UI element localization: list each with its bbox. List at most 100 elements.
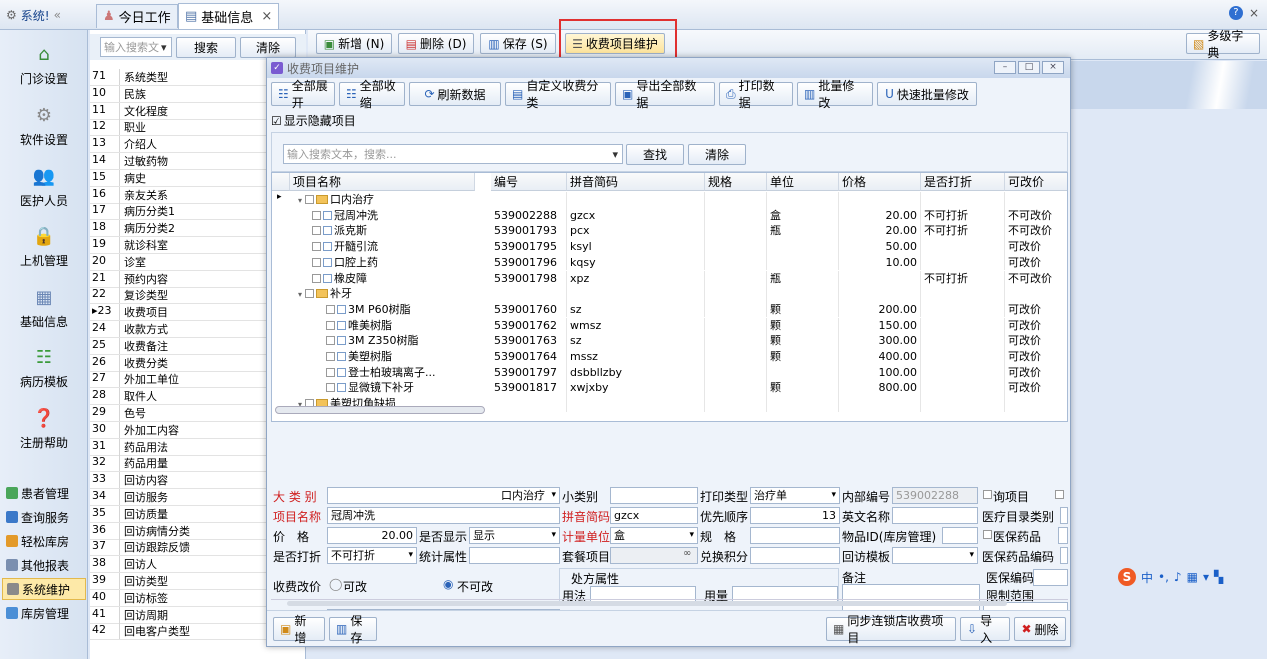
tab-today-work[interactable]: ♟ 今日工作 — [96, 4, 178, 28]
field-goods-id[interactable] — [942, 527, 978, 544]
sidebar-list-patient-mgmt[interactable]: 患者管理 — [2, 482, 86, 504]
expand-icon[interactable]: ▾ — [298, 196, 302, 205]
table-row[interactable]: 15 病史 — [90, 169, 266, 187]
table-row[interactable]: 29 色号 — [90, 405, 266, 422]
toolbar-button-4[interactable]: ▣ 导出全部数据 — [615, 79, 715, 110]
sync-chain-button[interactable]: ▦ 同步连锁店收费项目 — [826, 614, 956, 645]
row-checkbox[interactable] — [305, 289, 315, 299]
ins-drug-checkbox[interactable] — [983, 530, 992, 539]
field-catalog[interactable] — [1060, 507, 1068, 524]
tree-row[interactable]: 登士柏玻璃离子... 539001797 dsbbllzby 100.00 可改价 — [272, 364, 1067, 381]
tree-row[interactable]: 冠周冲洗 539002288 gzcx 盒 20.00 不可打折 不可改价 — [272, 207, 1067, 224]
table-row[interactable]: 13 介绍人 — [90, 136, 266, 154]
dialog-add-button[interactable]: ▣ 新增 — [273, 614, 325, 645]
table-row[interactable]: 19 就诊科室 — [90, 237, 266, 254]
main-save-button[interactable]: ▥ 保存 (S) — [480, 33, 556, 54]
maximize-icon[interactable]: □ — [1018, 61, 1040, 74]
row-checkbox[interactable] — [326, 367, 335, 377]
close-icon[interactable]: × — [1042, 61, 1064, 74]
row-checkbox[interactable] — [312, 226, 321, 236]
tab-basic-info[interactable]: ▤ 基础信息 × — [178, 3, 280, 29]
toolbar-button-7[interactable]: U 快速批量修改 — [877, 82, 977, 106]
show-hidden-checkbox[interactable]: ☑ 显示隐藏项目 — [271, 112, 356, 129]
field-ins-drug[interactable] — [1058, 527, 1068, 544]
table-row[interactable]: 25 收费备注 — [90, 337, 266, 355]
binoculars-icon[interactable]: ∞ — [683, 548, 691, 559]
table-row[interactable]: 32 药品用量 — [90, 455, 266, 473]
table-row[interactable]: 16 亲友关系 — [90, 186, 266, 204]
field-points[interactable] — [750, 547, 840, 564]
dialog-delete-button[interactable]: ✖ 删除 — [1014, 617, 1066, 641]
field-py_val[interactable]: gzcx — [610, 507, 698, 524]
toolbar-button-6[interactable]: ▥ 批量修改 — [797, 79, 873, 110]
multi-dict-button[interactable]: ▧ 多级字典 — [1186, 29, 1260, 60]
left-search-input[interactable]: 输入搜索文 ▾ — [100, 37, 172, 57]
row-checkbox[interactable] — [312, 257, 321, 267]
field-show_val[interactable]: 显示 ▾ — [469, 527, 560, 544]
main-add-button[interactable]: ▣ 新增 (N) — [316, 33, 392, 54]
help-icon[interactable]: ? — [1228, 6, 1243, 20]
field-print_val[interactable]: 治疗单 ▾ — [750, 487, 840, 504]
tree-row[interactable]: ▸ ▾ 口内治疗 — [272, 192, 1067, 208]
sidebar-list-warehouse[interactable]: 库房管理 — [2, 602, 86, 624]
extra-checkbox[interactable] — [1055, 490, 1064, 499]
field-order_val[interactable]: 13 — [750, 507, 840, 524]
tree-row[interactable]: 3M Z350树脂 539001763 sz 颗 300.00 可改价 — [272, 333, 1067, 349]
dropdown-icon[interactable]: ▾ — [551, 488, 556, 503]
field-price_val[interactable]: 20.00 — [327, 527, 417, 544]
table-row[interactable]: 24 收款方式 — [90, 321, 266, 338]
row-checkbox[interactable] — [326, 352, 335, 361]
grid-scrollbar[interactable] — [275, 406, 485, 414]
dropdown-icon[interactable]: ▾ — [969, 548, 974, 563]
table-row[interactable]: 20 诊室 — [90, 253, 266, 271]
field-visit-tpl[interactable]: ▾ — [892, 547, 978, 564]
minimize-icon[interactable]: – — [994, 61, 1016, 74]
table-row[interactable]: 12 职业 — [90, 119, 266, 137]
field-inner_val[interactable]: 539002288 — [892, 487, 978, 504]
table-row[interactable]: 28 取件人 — [90, 388, 266, 406]
left-search-button[interactable]: 搜索 — [176, 36, 236, 58]
table-row[interactable]: 41 回访周期 — [90, 606, 266, 624]
sidebar-item-software-settings[interactable]: ⚙ 软件设置 — [0, 101, 88, 148]
table-row[interactable]: 11 文化程度 — [90, 102, 266, 120]
sidebar-list-storage[interactable]: 轻松库房 — [2, 530, 86, 552]
dropdown-icon[interactable]: ▾ — [408, 548, 413, 563]
table-row[interactable]: 33 回访内容 — [90, 472, 266, 490]
sidebar-item-clinic-settings[interactable]: ⌂ 门诊设置 — [0, 40, 88, 87]
table-row[interactable]: 27 外加工单位 — [90, 371, 266, 389]
dropdown-icon[interactable]: ▾ — [689, 528, 694, 543]
radio-icon[interactable]: ◯ — [329, 577, 342, 591]
sidebar-item-record-template[interactable]: ☷ 病历模板 — [0, 343, 88, 390]
tree-row[interactable]: 3M P60树脂 539001760 sz 颗 200.00 可改价 — [272, 301, 1067, 318]
dialog-clear-button[interactable]: 清除 — [688, 144, 746, 165]
field-ins-no[interactable] — [1033, 569, 1068, 586]
column-header[interactable]: 拼音简码 — [567, 173, 705, 191]
sidebar-list-system-maint[interactable]: 系统维护 — [2, 578, 86, 600]
row-checkbox[interactable] — [326, 336, 335, 346]
toolbar-button-3[interactable]: ▤ 自定义收费分类 — [505, 79, 611, 110]
table-row[interactable]: 10 民族 — [90, 85, 266, 103]
row-checkbox[interactable] — [312, 242, 321, 252]
field-stat[interactable] — [469, 547, 560, 564]
sidebar-item-login-mgmt[interactable]: 🔒 上机管理 — [0, 222, 88, 269]
field-small-cat[interactable] — [610, 487, 698, 504]
tree-row[interactable]: ▾ 补牙 — [272, 286, 1067, 302]
table-row[interactable]: 36 回访病情分类 — [90, 522, 266, 540]
table-row[interactable]: 31 药品用法 — [90, 438, 266, 456]
table-row[interactable]: 26 收费分类 — [90, 354, 266, 372]
dropdown-icon[interactable]: ▾ — [831, 488, 836, 503]
tree-row[interactable]: 橡皮障 539001798 xpz 瓶 不可打折 不可改价 — [272, 270, 1067, 286]
toolbar-button-1[interactable]: ☷ 全部收缩 — [339, 79, 405, 110]
tree-row[interactable]: 口腔上药 539001796 kqsy 10.00 可改价 — [272, 254, 1067, 271]
query-checkbox[interactable] — [983, 490, 992, 499]
sidebar-item-staff[interactable]: 👥 医护人员 — [0, 162, 88, 209]
expand-icon[interactable]: ▾ — [298, 290, 302, 299]
sidebar-list-reports[interactable]: 其他报表 — [2, 554, 86, 576]
close-icon[interactable]: × — [261, 9, 272, 24]
form-scrollbar[interactable] — [271, 599, 1068, 607]
table-row[interactable]: ▸23 收费项目 — [90, 304, 266, 322]
field-disc_val[interactable]: 不可打折 ▾ — [327, 547, 417, 564]
column-header[interactable]: 可改价 — [1005, 173, 1067, 191]
table-row[interactable]: 40 回访标签 — [90, 589, 266, 607]
column-header[interactable]: 单位 — [767, 173, 839, 191]
